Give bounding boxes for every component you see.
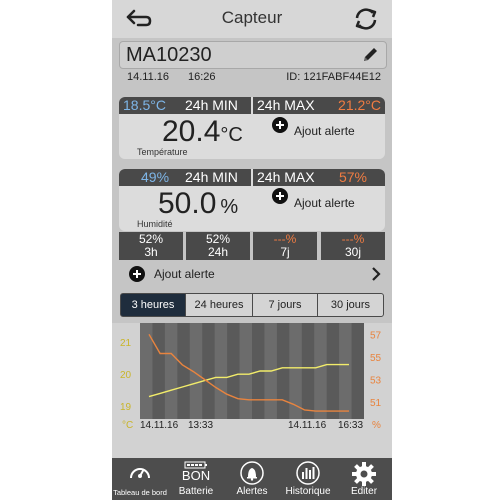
x-end-date: 14.11.16: [288, 420, 327, 431]
left-axis-unit: °C: [122, 420, 133, 431]
pencil-icon[interactable]: [360, 45, 380, 65]
humidity-averages: 52% 3h 52% 24h ---% 7j ---% 30j: [119, 232, 385, 260]
dashboard-gauge-icon: [130, 468, 150, 479]
add-alert-icon: [129, 266, 145, 282]
humidity-avg-24h: 52% 24h: [186, 232, 250, 260]
temperature-minmax-bar: 18.5°C 24h MIN 24h MAX 21.2°C: [119, 97, 385, 114]
right-tick-label: 51: [370, 398, 382, 409]
add-alert-icon[interactable]: [272, 188, 288, 204]
stat-period: 7j: [280, 245, 290, 259]
humidity-unit: %: [220, 196, 239, 218]
bell-icon: [240, 461, 264, 485]
page-title: Capteur: [221, 8, 283, 27]
device-id: ID: 121FABF44E12: [286, 71, 381, 83]
temperature-caption: Température: [137, 147, 188, 157]
chevron-right-icon: [372, 267, 381, 281]
last-update-time: 16:26: [188, 71, 216, 83]
humidity-minmax-bar: 49% 24h MIN 24h MAX 57%: [119, 169, 385, 186]
humidity-card: 49% 24h MIN 24h MAX 57% 50.0% Humidité A…: [119, 169, 385, 231]
nav-battery-label: Batterie: [178, 486, 214, 497]
humidity-max-value: 57%: [338, 169, 367, 185]
temperature-add-alert[interactable]: Ajout alerte: [294, 124, 355, 138]
last-update-date: 14.11.16: [127, 71, 170, 83]
battery-status: BON: [181, 468, 211, 483]
humidity-caption: Humidité: [137, 219, 173, 229]
tab-24-hours[interactable]: 24 heures: [185, 293, 253, 317]
left-tick-label: 21: [120, 338, 132, 349]
x-start-time: 13:33: [188, 420, 213, 431]
app-screen: Capteur MA10230 14.11.16 16:26 ID: 121FA…: [112, 0, 392, 500]
nav-battery[interactable]: BON Batterie: [168, 458, 224, 500]
temp-max-value: 21.2°C: [338, 97, 381, 113]
right-tick-label: 57: [370, 330, 382, 341]
time-band: [314, 323, 327, 419]
time-band: [289, 323, 302, 419]
nav-edit[interactable]: Editer: [336, 458, 392, 500]
time-band: [239, 323, 252, 419]
time-band: [214, 323, 228, 419]
humidity-add-alert[interactable]: Ajout alerte: [294, 196, 355, 210]
stat-period: 30j: [344, 245, 361, 259]
right-tick-label: 55: [370, 353, 382, 364]
humidity-min-value: 49%: [141, 169, 170, 185]
humidity-min-label: 24h MIN: [185, 169, 238, 185]
nav-alerts-label: Alertes: [236, 486, 268, 497]
humidity-avg-30d: ---% 30j: [321, 232, 385, 260]
stat-period: 24h: [207, 245, 229, 259]
temp-min-label: 24h MIN: [185, 97, 238, 113]
time-band: [164, 323, 178, 419]
history-chart: 21 20 19 57 55 53 51 °C % 14.11.16 13:33 14.1…: [112, 323, 392, 458]
temp-max-label: 24h MAX: [257, 97, 315, 113]
temp-min-value: 18.5°C: [123, 97, 166, 113]
temperature-card: 18.5°C 24h MIN 24h MAX 21.2°C 20.4°C Tem…: [119, 97, 385, 159]
humidity-avg-7d: ---% 7j: [253, 232, 317, 260]
nav-dashboard-label: Tableau de bord: [113, 488, 167, 497]
nav-history-label: Historique: [285, 486, 331, 497]
humidity-avg-3h: 52% 3h: [119, 232, 183, 260]
stat-period: 3h: [144, 245, 158, 259]
refresh-icon[interactable]: [352, 6, 380, 32]
temperature-unit: °C: [220, 124, 243, 146]
gear-icon: [352, 462, 376, 486]
time-band: [339, 323, 352, 419]
add-alert-label: Ajout alerte: [154, 267, 215, 281]
tab-7-days[interactable]: 7 jours: [252, 293, 318, 317]
device-card: MA10230 14.11.16 16:26 ID: 121FABF44E12: [119, 41, 387, 91]
x-end-time: 16:33: [338, 420, 363, 431]
humidity-value: 50.0: [158, 187, 217, 220]
nav-history[interactable]: Historique: [280, 458, 336, 500]
right-axis-unit: %: [372, 420, 381, 431]
nav-alerts[interactable]: Alertes: [224, 458, 280, 500]
nav-dashboard[interactable]: Tableau de bord: [112, 458, 168, 500]
left-tick-label: 20: [120, 370, 132, 381]
history-chart-icon: [296, 461, 320, 485]
bottom-nav: Tableau de bord BON Batterie Alertes His…: [112, 458, 392, 500]
battery-icon: BON: [181, 461, 211, 485]
device-name-field[interactable]: MA10230: [119, 41, 387, 69]
x-start-date: 14.11.16: [140, 420, 179, 431]
add-alert-row[interactable]: Ajout alerte: [112, 262, 392, 286]
humidity-max-label: 24h MAX: [257, 169, 315, 185]
add-alert-icon[interactable]: [272, 117, 288, 133]
right-tick-label: 53: [370, 375, 382, 386]
tab-3-hours[interactable]: 3 heures: [120, 293, 186, 317]
time-range-tabs: 3 heures 24 heures 7 jours 30 jours: [120, 293, 384, 317]
left-tick-label: 19: [120, 402, 132, 413]
temperature-value: 20.4: [162, 115, 221, 148]
header-bar: Capteur: [112, 0, 392, 38]
device-name: MA10230: [126, 44, 212, 66]
tab-30-days[interactable]: 30 jours: [317, 293, 384, 317]
nav-edit-label: Editer: [350, 486, 378, 497]
